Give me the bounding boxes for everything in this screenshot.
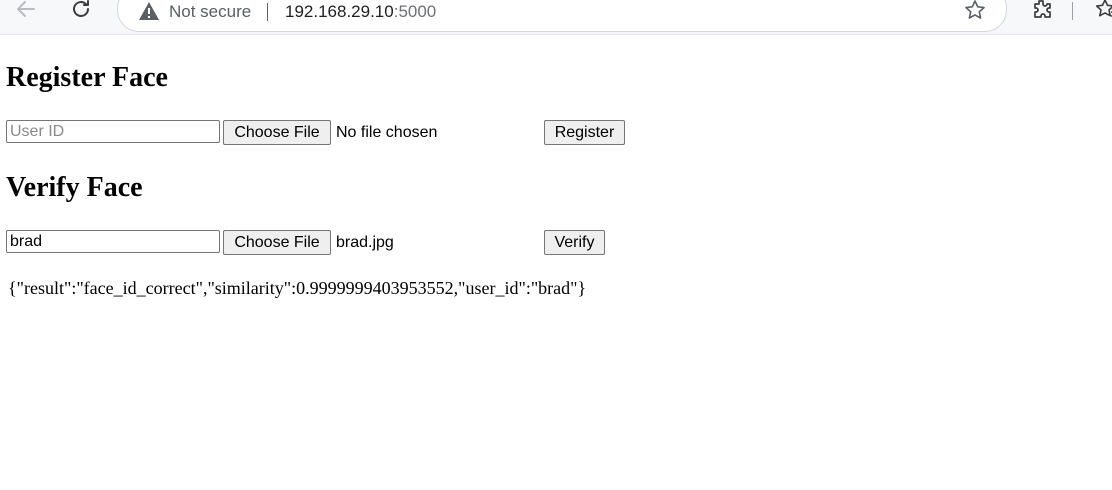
verify-face-heading: Verify Face — [6, 172, 143, 203]
url-text[interactable]: 192.168.29.10:5000 — [285, 1, 436, 23]
register-button[interactable]: Register — [544, 120, 625, 145]
verify-button[interactable]: Verify — [544, 230, 605, 255]
reload-icon[interactable] — [67, 0, 95, 23]
address-separator — [267, 3, 268, 21]
verify-choose-file-button[interactable]: Choose File — [223, 230, 331, 255]
warning-icon[interactable] — [138, 1, 160, 26]
browser-toolbar: Not secure 192.168.29.10:5000 — [0, 0, 1112, 35]
favorites-icon[interactable] — [1092, 0, 1112, 23]
url-port: :5000 — [393, 2, 437, 21]
toolbar-divider — [1072, 2, 1073, 20]
register-face-heading: Register Face — [6, 62, 168, 93]
extensions-puzzle-icon[interactable] — [1028, 0, 1056, 23]
page-content: Register Face Choose File No file chosen… — [0, 34, 1112, 490]
register-choose-file-button[interactable]: Choose File — [223, 120, 331, 145]
register-user-id-input[interactable] — [6, 120, 220, 143]
bookmark-star-icon[interactable] — [963, 0, 987, 27]
verify-user-id-input[interactable] — [6, 230, 220, 253]
back-arrow-icon[interactable] — [12, 0, 40, 23]
url-host: 192.168.29.10 — [285, 2, 394, 21]
address-bar[interactable]: Not secure 192.168.29.10:5000 — [117, 0, 1007, 32]
security-status[interactable]: Not secure — [169, 1, 251, 23]
register-file-status: No file chosen — [336, 124, 438, 141]
verification-result: {"result":"face_id_correct","similarity"… — [8, 278, 587, 298]
verify-file-name: brad.jpg — [336, 234, 394, 251]
